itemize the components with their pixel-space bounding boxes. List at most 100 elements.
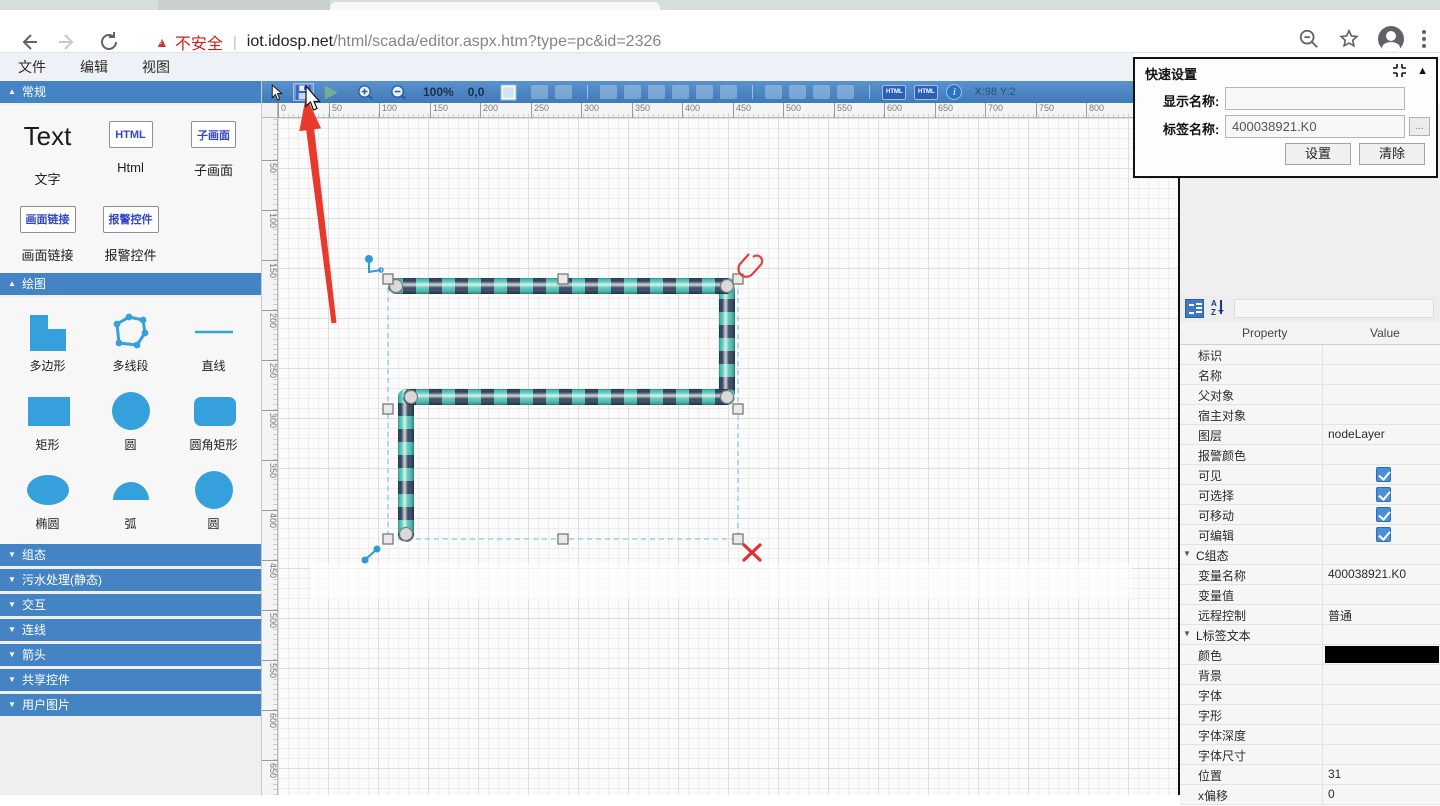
expand-triangle-icon: ▼ [8,619,16,641]
color-swatch[interactable] [1325,646,1439,663]
palette-item[interactable]: 画面链接画面链接 [6,200,89,270]
clear-button[interactable]: 清除 [1359,143,1425,165]
ruler-tick-label: 350 [632,103,650,118]
checkbox-checked-icon[interactable] [1376,487,1391,502]
canvas-settings-icon[interactable] [500,83,517,101]
property-name: 变量值 [1198,587,1318,604]
palette-item[interactable]: 报警控件报警控件 [89,200,172,270]
bookmark-star-icon[interactable] [1338,28,1360,50]
ruler-tick-label: 250 [262,360,278,406]
drawing-tool-line[interactable]: 直线 [172,311,255,376]
ruler-tick-label: 650 [262,760,278,806]
html-export-icon[interactable]: HTML [882,85,906,100]
expand-triangle-icon: ▼ [8,694,16,716]
property-row[interactable]: 字形 [1180,705,1440,725]
property-row[interactable]: 变量值 [1180,585,1440,605]
menu-edit[interactable]: 编辑 [80,57,108,77]
back-icon[interactable] [16,30,40,54]
property-name: L标签文本 [1196,627,1316,644]
property-row[interactable]: x偏移0 [1180,785,1440,805]
clipboard-icons-disabled [531,85,579,99]
property-row[interactable]: 图层nodeLayer [1180,425,1440,445]
palette-item-preview: HTML [109,121,153,148]
property-section-row[interactable]: C组态 [1180,545,1440,565]
menu-view[interactable]: 视图 [142,57,170,77]
section-header-collapsed[interactable]: ▼箭头 [0,644,261,666]
drawing-tool-polygon[interactable]: 多边形 [6,311,89,376]
set-button[interactable]: 设置 [1285,143,1351,165]
url-path: /html/scada/editor.aspx.htm?type=pc&id=2… [333,33,661,51]
general-palette: Text文字HTMLHtml子画面子画面画面链接画面链接报警控件报警控件 [0,105,261,273]
palette-item[interactable]: HTMLHtml [89,115,172,194]
property-row[interactable]: 报警颜色 [1180,445,1440,465]
property-row[interactable]: 可移动 [1180,505,1440,525]
palette-item[interactable]: Text文字 [6,115,89,194]
section-header-drawing[interactable]: ▲ 绘图 [0,273,261,295]
browser-zoom-icon[interactable] [1298,28,1320,50]
forward-icon[interactable] [56,30,80,54]
property-row[interactable]: 宿主对象 [1180,405,1440,425]
property-row[interactable]: 可见 [1180,465,1440,485]
property-row[interactable]: 变量名称400038921.K0 [1180,565,1440,585]
browser-menu-icon[interactable] [1422,30,1426,48]
property-row[interactable]: 字体深度 [1180,725,1440,745]
palette-item[interactable]: 子画面子画面 [172,115,255,194]
info-icon[interactable]: i [946,84,962,100]
property-row[interactable]: 背景 [1180,665,1440,685]
section-header-collapsed[interactable]: ▼污水处理(静态) [0,569,261,591]
checkbox-checked-icon[interactable] [1376,507,1391,522]
property-row[interactable]: 颜色 [1180,645,1440,665]
drawing-tool-rect[interactable]: 矩形 [6,390,89,455]
section-header-collapsed[interactable]: ▼用户图片 [0,694,261,716]
ruler-tick-label: 450 [262,560,278,606]
display-name-input[interactable] [1225,87,1405,110]
align-icons-disabled [600,85,744,99]
save-icon[interactable] [293,83,314,101]
property-row[interactable]: 名称 [1180,365,1440,385]
app-menu-bar: 文件 编辑 视图 [0,53,1133,81]
property-row[interactable]: 位置31 [1180,765,1440,785]
property-row[interactable]: 字体尺寸 [1180,745,1440,765]
property-row[interactable]: 可选择 [1180,485,1440,505]
property-row[interactable]: 字体 [1180,685,1440,705]
property-row[interactable]: 远程控制普通 [1180,605,1440,625]
checkbox-checked-icon[interactable] [1376,467,1391,482]
drawing-tool-arc[interactable]: 弧 [89,469,172,534]
collapse-panel-icon[interactable]: ▲ [1417,65,1428,77]
drawing-tool-circle[interactable]: 圆 [89,390,172,455]
section-header-collapsed[interactable]: ▼组态 [0,544,261,566]
quick-settings-title: 快速设置 [1145,64,1197,83]
line-icon [192,311,236,353]
browser-tab[interactable] [158,0,330,10]
menu-file[interactable]: 文件 [18,57,46,77]
zoom-in-icon[interactable] [357,83,374,101]
html-view-icon[interactable]: HTML [914,85,938,100]
section-header-collapsed[interactable]: ▼交互 [0,594,261,616]
property-row[interactable]: 可编辑 [1180,525,1440,545]
dock-panel-icon[interactable] [1392,63,1407,78]
section-header-general[interactable]: ▲ 常规 [0,81,261,103]
drawing-tool-circle[interactable]: 圆 [172,469,255,534]
categorize-icon[interactable] [1185,299,1204,318]
drawing-tool-ellipse[interactable]: 椭圆 [6,469,89,534]
reload-icon[interactable] [97,30,121,54]
run-icon[interactable] [322,83,339,101]
zoom-out-icon[interactable] [390,83,407,101]
profile-avatar[interactable] [1378,26,1404,52]
url-bar[interactable]: ▲! 不安全 | iot.idosp.net/html/scada/editor… [155,30,661,54]
browse-button[interactable]: ... [1409,117,1430,136]
tag-name-input[interactable] [1225,115,1405,138]
property-row[interactable]: 标识 [1180,345,1440,365]
design-canvas[interactable] [278,118,1178,795]
property-search-field[interactable] [1234,299,1434,318]
browser-active-tab[interactable] [330,2,660,10]
section-header-collapsed[interactable]: ▼连线 [0,619,261,641]
select-tool-icon[interactable] [268,83,285,101]
drawing-tool-polyline[interactable]: 多线段 [89,311,172,376]
property-row[interactable]: 父对象 [1180,385,1440,405]
section-header-collapsed[interactable]: ▼共享控件 [0,669,261,691]
sort-az-icon[interactable]: AZ [1209,299,1229,318]
property-section-row[interactable]: L标签文本 [1180,625,1440,645]
drawing-tool-rounded-rect[interactable]: 圆角矩形 [172,390,255,455]
checkbox-checked-icon[interactable] [1376,527,1391,542]
